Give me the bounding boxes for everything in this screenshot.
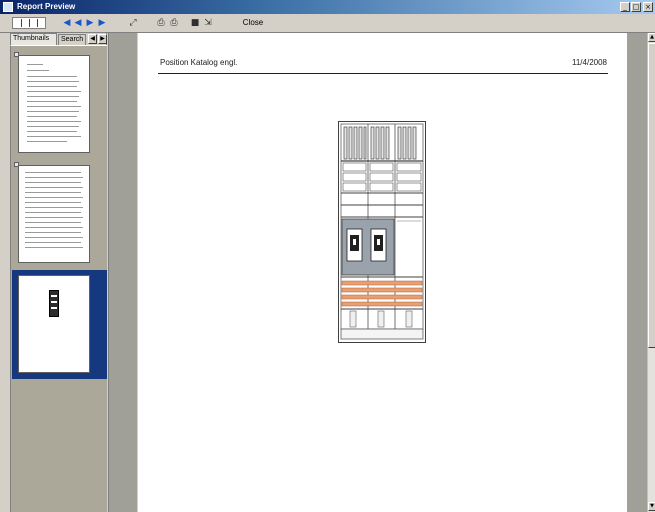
cabinet-thumbnail-detail xyxy=(51,307,57,309)
page-thumbnail[interactable] xyxy=(14,162,90,263)
title-bar: Report Preview _ □ × xyxy=(0,0,655,14)
print-icon[interactable]: ⎙ xyxy=(155,16,167,30)
thumbnail-line xyxy=(27,116,77,117)
thumbnail-line xyxy=(25,237,83,238)
thumbnail-line xyxy=(27,101,77,102)
sidebar: Thumbnails Search ◀ ▶ xyxy=(0,33,107,512)
window-title: Report Preview xyxy=(17,2,76,11)
thumbnail-list xyxy=(10,45,107,512)
thumbnail-line xyxy=(27,131,77,132)
thumbnail-line xyxy=(25,212,81,213)
close-window-button[interactable]: × xyxy=(643,2,653,12)
thumbnail-line xyxy=(25,217,83,218)
report-preview-window: Report Preview _ □ × ◀ ◀ ▶ ▶ ⤢ ⎙ ⎙ ■ ⇲ C… xyxy=(0,0,655,512)
scroll-down-icon[interactable]: ▼ xyxy=(648,502,655,511)
close-button[interactable]: Close xyxy=(240,16,266,30)
thumbnail-line xyxy=(25,172,81,173)
thumbnail-line xyxy=(27,126,79,127)
print-setup-icon[interactable]: ⎙ xyxy=(168,16,180,30)
thumbnail-line xyxy=(25,197,83,198)
thumbnail-marker-icon xyxy=(14,162,19,167)
app-icon xyxy=(3,2,13,12)
cabinet-thumbnail-icon xyxy=(49,290,59,317)
header-rule xyxy=(158,73,608,74)
vertical-scrollbar[interactable]: ▲ ▼ xyxy=(647,33,655,512)
thumbnail-line xyxy=(25,227,83,228)
thumbnail-line xyxy=(27,136,81,137)
page-selector-divider xyxy=(37,19,38,27)
previous-page-icon[interactable]: ◀ xyxy=(73,16,83,30)
switchgear-cabinet-drawing xyxy=(338,121,426,343)
thumbnail-line xyxy=(27,141,67,142)
page-header-title: Position Katalog engl. xyxy=(160,58,238,67)
cabinet-thumbnail-detail xyxy=(51,295,57,297)
thumbnail-line xyxy=(25,242,81,243)
thumbnail-line xyxy=(25,177,83,178)
scrollbar-thumb[interactable] xyxy=(648,43,655,348)
page-header-date: 11/4/2008 xyxy=(572,58,607,67)
thumbnail-line xyxy=(25,192,81,193)
sidebar-tabs: Thumbnails Search ◀ ▶ xyxy=(10,33,107,45)
thumbnail-line xyxy=(25,207,83,208)
page-selector-divider xyxy=(21,19,22,27)
thumbnail-marker-icon xyxy=(14,52,19,57)
thumbnail-line xyxy=(25,187,83,188)
tab-thumbnails[interactable]: Thumbnails xyxy=(10,33,57,45)
export-icon[interactable]: ⇲ xyxy=(202,16,214,30)
thumbnail-line xyxy=(27,76,77,77)
thumbnail-line xyxy=(25,182,81,183)
page-thumbnail[interactable] xyxy=(14,52,90,153)
thumbnail-line xyxy=(27,91,81,92)
thumbnail-line xyxy=(25,247,83,248)
thumbnail-line xyxy=(25,232,81,233)
scroll-up-icon[interactable]: ▲ xyxy=(648,33,655,42)
cabinet-thumbnail-detail xyxy=(51,301,57,303)
thumbnail-line xyxy=(27,121,81,122)
document-page: Position Katalog engl. 11/4/2008 xyxy=(137,33,627,512)
thumbnail-line xyxy=(25,222,81,223)
thumbnail-line xyxy=(27,111,79,112)
page-selector[interactable] xyxy=(12,17,46,29)
tab-scroll-right-icon[interactable]: ▶ xyxy=(98,34,107,44)
thumbnail-line xyxy=(27,64,43,65)
zoom-icon[interactable]: ⤢ xyxy=(127,16,139,30)
thumbnail-line xyxy=(25,202,81,203)
page-selector-divider xyxy=(29,19,30,27)
thumbnail-line xyxy=(27,86,77,87)
minimize-button[interactable]: _ xyxy=(620,2,630,12)
document-viewer: Position Katalog engl. 11/4/2008 xyxy=(108,33,647,512)
tab-scroll-left-icon[interactable]: ◀ xyxy=(88,34,97,44)
first-page-icon[interactable]: ◀ xyxy=(62,16,72,30)
thumbnail-line xyxy=(27,70,49,71)
next-page-icon[interactable]: ▶ xyxy=(85,16,95,30)
last-page-icon[interactable]: ▶ xyxy=(97,16,107,30)
tab-search[interactable]: Search xyxy=(58,34,86,45)
toolbar: ◀ ◀ ▶ ▶ ⤢ ⎙ ⎙ ■ ⇲ Close xyxy=(0,14,655,33)
thumbnail-line xyxy=(27,106,81,107)
maximize-button[interactable]: □ xyxy=(631,2,641,12)
thumbnail-line xyxy=(27,81,79,82)
page-thumbnail-selected[interactable] xyxy=(18,275,90,373)
save-icon[interactable]: ■ xyxy=(189,16,201,30)
thumbnail-line xyxy=(27,96,79,97)
